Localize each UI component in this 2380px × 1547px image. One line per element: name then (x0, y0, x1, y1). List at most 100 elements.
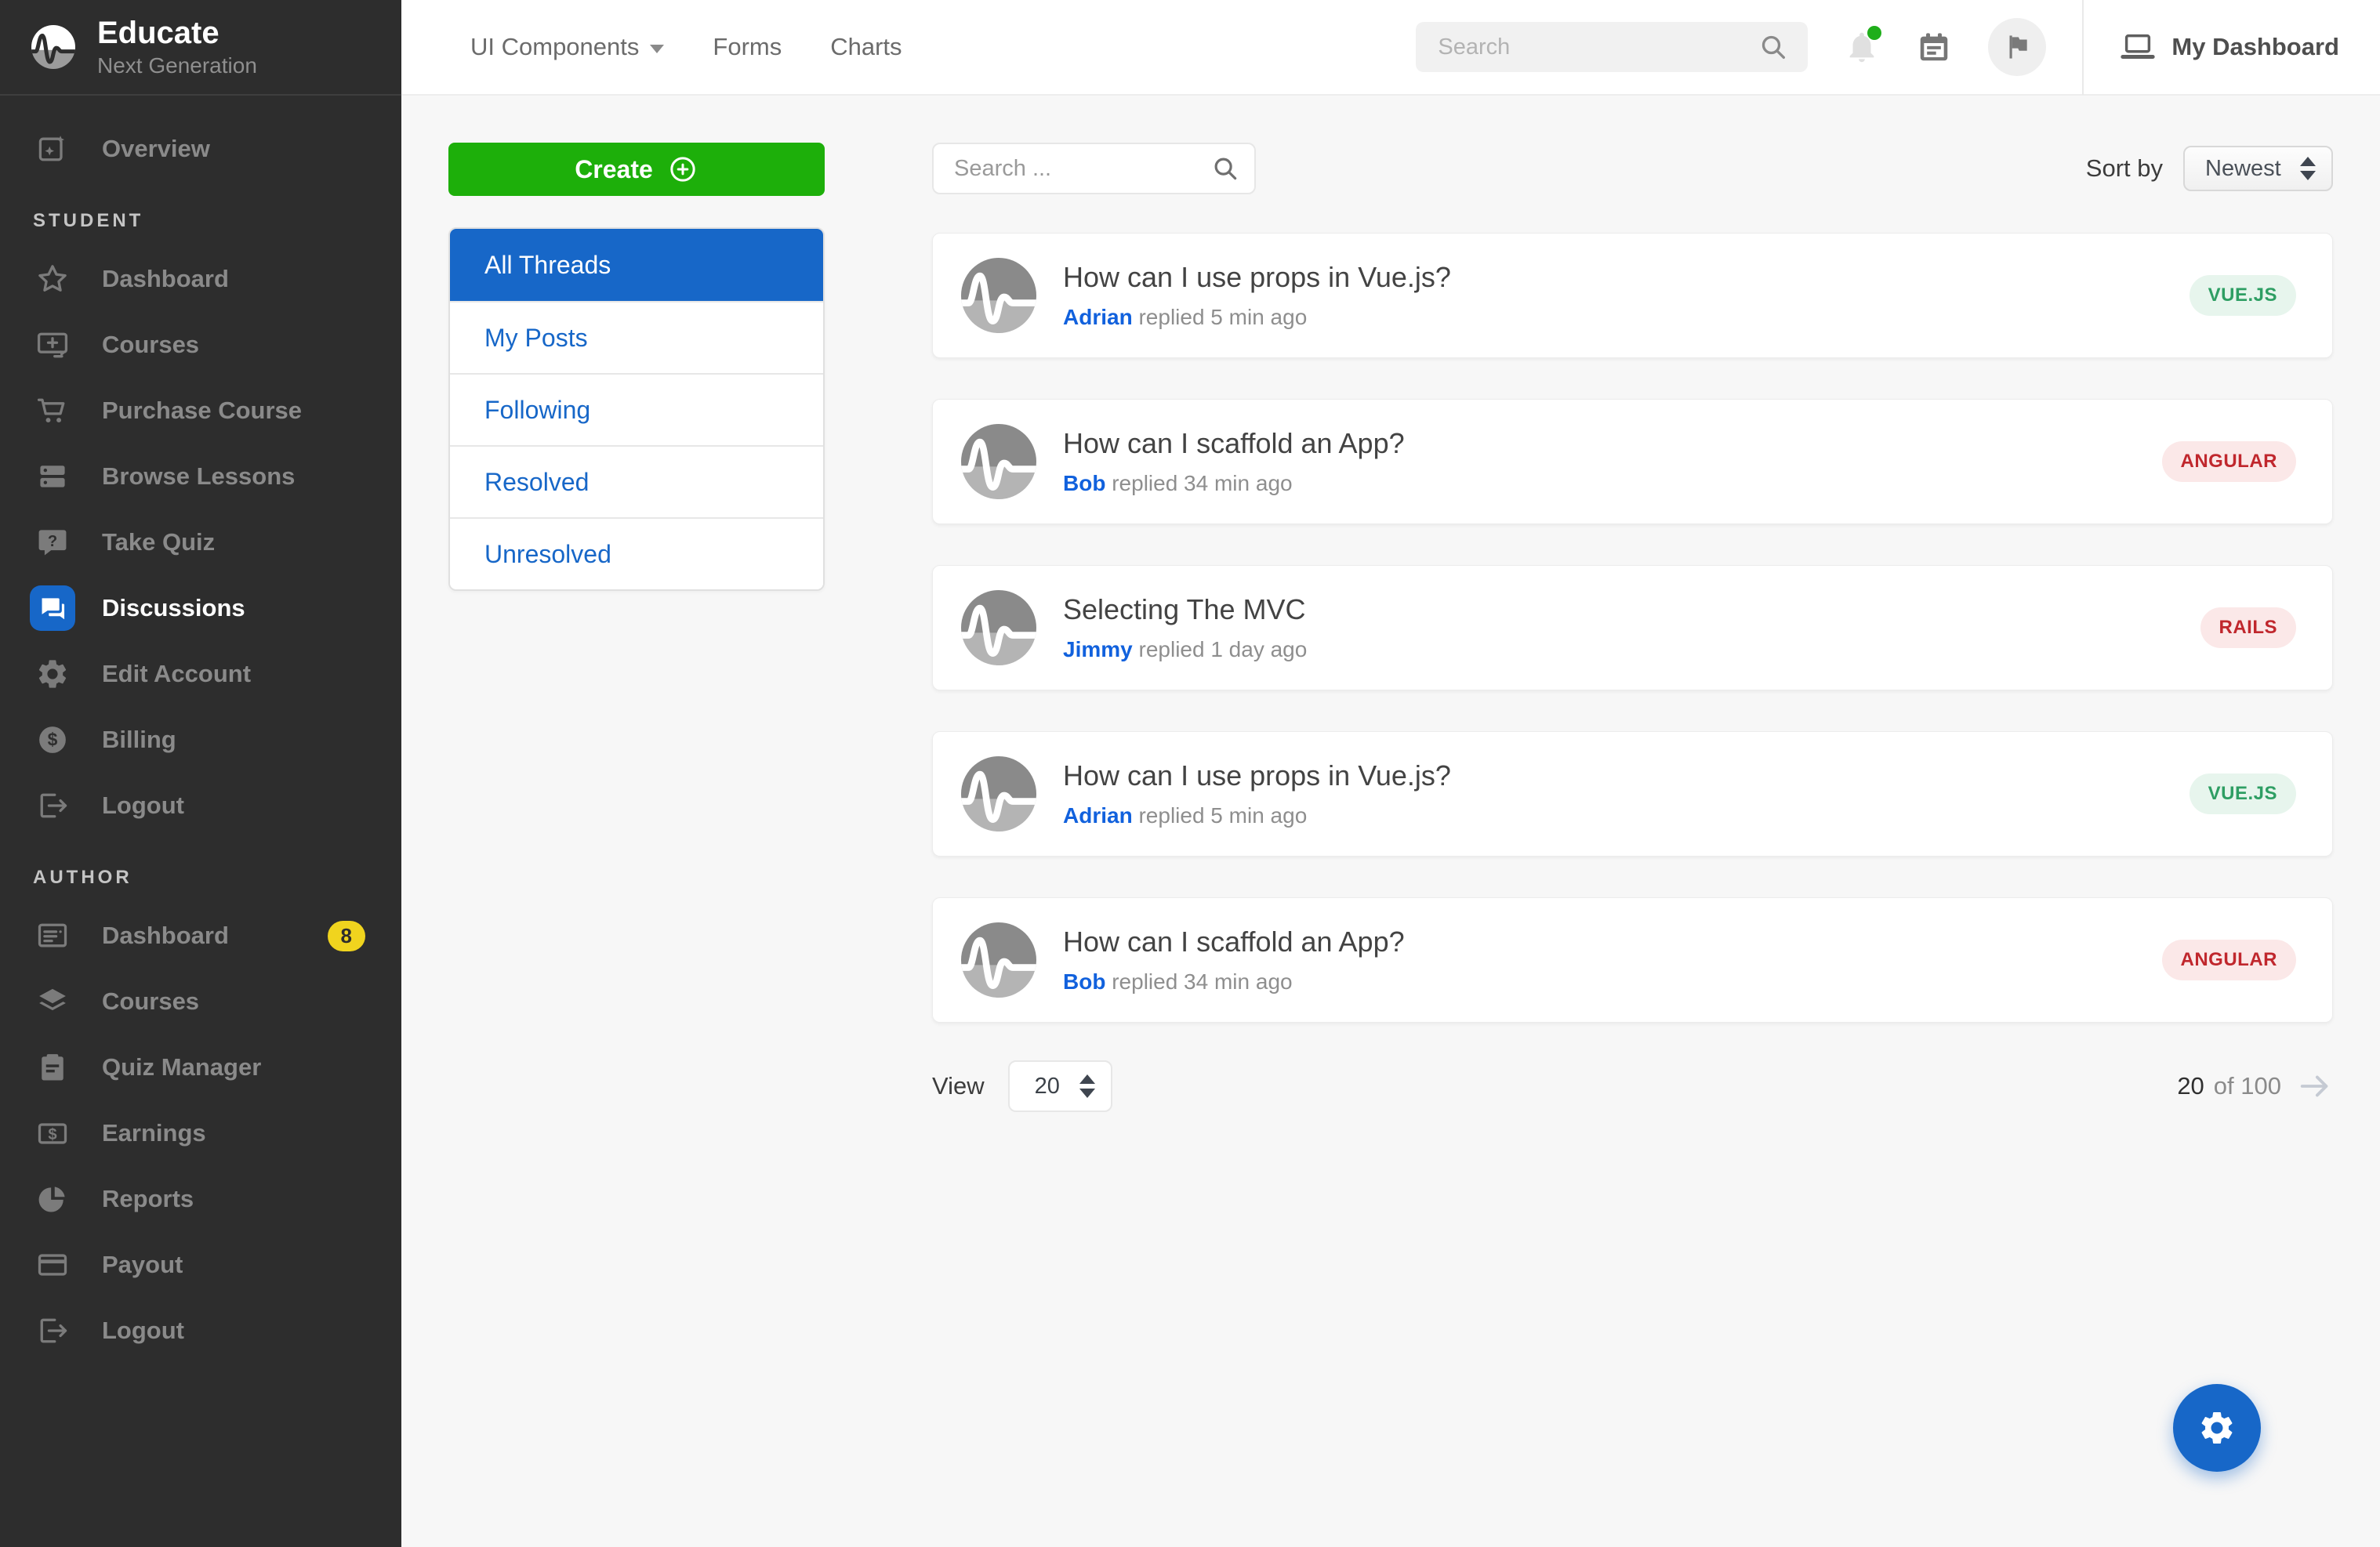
brand-logo-icon (31, 25, 75, 69)
sidebar-item-edit-account[interactable]: Edit Account (0, 641, 401, 707)
create-button[interactable]: Create (448, 143, 825, 196)
topbar-divider (2082, 0, 2084, 95)
chevron-down-icon (650, 44, 665, 53)
thread-author-link[interactable]: Jimmy (1063, 637, 1133, 661)
sidebar-item-label: Edit Account (102, 660, 252, 687)
clipboard-icon (30, 1045, 75, 1090)
sidebar-item-label: Discussions (102, 594, 245, 621)
sidebar-item-courses[interactable]: Courses (0, 969, 401, 1034)
thread-tag-badge: ANGULAR (2161, 441, 2296, 482)
thread-title[interactable]: How can I use props in Vue.js? (1063, 261, 1451, 294)
thread-author-link[interactable]: Bob (1063, 969, 1105, 994)
search-icon[interactable] (1758, 31, 1789, 63)
topnav-link-ui-components[interactable]: UI Components (470, 33, 665, 61)
laptop-icon (2121, 34, 2156, 59)
view-label: View (932, 1072, 985, 1100)
threads-search-input[interactable] (932, 143, 1256, 194)
avatar (961, 424, 1036, 499)
sort-select[interactable]: Newest (2183, 146, 2333, 191)
reports-icon (30, 1176, 75, 1222)
sidebar-item-dashboard[interactable]: Dashboard 8 (0, 903, 401, 969)
filter-unresolved[interactable]: Unresolved (450, 517, 823, 589)
plus-circle-icon (670, 157, 695, 182)
logout-icon (30, 783, 75, 828)
my-dashboard-link[interactable]: My Dashboard (2120, 29, 2339, 65)
thread-card[interactable]: Selecting The MVC Jimmy replied 1 day ag… (932, 565, 2333, 690)
sidebar-item-label: Courses (102, 987, 200, 1015)
create-button-label: Create (575, 154, 653, 183)
topbar-nav: UI Components Forms Charts (470, 33, 902, 61)
svg-text:?: ? (48, 533, 57, 550)
quiz-icon: ? (30, 520, 75, 565)
thread-meta: Bob replied 34 min ago (1063, 471, 1405, 496)
sidebar-item-logout[interactable]: Logout (0, 1298, 401, 1364)
topnav-link-label: UI Components (470, 33, 640, 60)
thread-list: How can I use props in Vue.js? Adrian re… (932, 233, 2333, 1023)
pagination: 20 of 100 (2177, 1068, 2333, 1104)
thread-author-link[interactable]: Bob (1063, 471, 1105, 495)
thread-filter-list: All Threads My Posts Following Resolved Unre… (448, 227, 825, 591)
thread-meta: Adrian replied 5 min ago (1063, 803, 1451, 828)
sidebar-item-purchase-course[interactable]: Purchase Course (0, 378, 401, 444)
thread-author-link[interactable]: Adrian (1063, 803, 1133, 828)
filter-all-threads[interactable]: All Threads (450, 229, 823, 301)
sidebar-item-label: Logout (102, 792, 185, 819)
topnav-link-forms[interactable]: Forms (713, 33, 782, 61)
filter-my-posts[interactable]: My Posts (450, 301, 823, 373)
sidebar-nav: Overview STUDENT Dashboard Courses Purch… (0, 96, 401, 1364)
sidebar-item-label: Purchase Course (102, 397, 302, 424)
thread-tag-badge: VUE.JS (2189, 275, 2296, 316)
lessons-icon (30, 454, 75, 499)
sidebar-item-take-quiz[interactable]: ? Take Quiz (0, 509, 401, 575)
view-count-select[interactable]: 20 (1007, 1060, 1112, 1112)
arrow-right-icon[interactable] (2297, 1068, 2333, 1104)
sidebar-item-logout[interactable]: Logout (0, 773, 401, 839)
filter-resolved[interactable]: Resolved (450, 445, 823, 517)
thread-replied-text: replied 1 day ago (1138, 637, 1308, 661)
svg-text:$: $ (48, 730, 58, 750)
thread-title[interactable]: How can I scaffold an App? (1063, 427, 1405, 460)
sort-by-label: Sort by (2085, 154, 2163, 182)
sidebar-item-label: Overview (102, 135, 210, 162)
thread-tag-badge: RAILS (2200, 607, 2296, 648)
thread-card[interactable]: How can I scaffold an App? Bob replied 3… (932, 897, 2333, 1023)
calendar-button[interactable] (1916, 29, 1952, 65)
flag-button[interactable] (1988, 18, 2047, 76)
topbar-search-input[interactable] (1438, 34, 1758, 60)
avatar (961, 756, 1036, 831)
main-content: Create All Threads My Posts Following Resol… (401, 97, 2380, 1547)
sidebar-item-courses[interactable]: Courses (0, 312, 401, 378)
sidebar-item-reports[interactable]: Reports (0, 1166, 401, 1232)
view-cluster: View 20 (932, 1060, 1112, 1112)
settings-fab-button[interactable] (2173, 1384, 2261, 1472)
thread-card[interactable]: How can I use props in Vue.js? Adrian re… (932, 233, 2333, 358)
thread-card[interactable]: How can I use props in Vue.js? Adrian re… (932, 731, 2333, 857)
search-icon[interactable] (1210, 154, 1240, 183)
threads-column: Sort by Newest How can I use props in V (932, 143, 2333, 1547)
sidebar-item-label: Reports (102, 1185, 194, 1212)
sidebar-item-label: Quiz Manager (102, 1053, 262, 1081)
avatar (961, 590, 1036, 665)
sidebar-item-earnings[interactable]: $ Earnings (0, 1100, 401, 1166)
layers-icon (30, 979, 75, 1024)
sidebar-item-discussions[interactable]: Discussions (0, 575, 401, 641)
sidebar-item-label: Courses (102, 331, 200, 358)
sidebar-item-billing[interactable]: $ Billing (0, 707, 401, 773)
topnav-link-charts[interactable]: Charts (830, 33, 902, 61)
topbar-right: My Dashboard (1416, 0, 2380, 95)
brand-header[interactable]: Educate Next Generation (0, 0, 401, 96)
thread-card[interactable]: How can I scaffold an App? Bob replied 3… (932, 399, 2333, 524)
sidebar-item-quiz-manager[interactable]: Quiz Manager (0, 1034, 401, 1100)
notifications-button[interactable] (1844, 26, 1882, 65)
logout-icon (30, 1308, 75, 1353)
thread-title[interactable]: Selecting The MVC (1063, 593, 1307, 626)
sidebar: Educate Next Generation Overview STUDENT… (0, 0, 401, 1547)
sidebar-item-payout[interactable]: Payout (0, 1232, 401, 1298)
filter-following[interactable]: Following (450, 373, 823, 445)
sidebar-item-dashboard[interactable]: Dashboard (0, 246, 401, 312)
thread-title[interactable]: How can I use props in Vue.js? (1063, 759, 1451, 792)
sidebar-item-overview[interactable]: Overview (0, 116, 401, 182)
sidebar-item-browse-lessons[interactable]: Browse Lessons (0, 444, 401, 509)
thread-author-link[interactable]: Adrian (1063, 305, 1133, 329)
thread-title[interactable]: How can I scaffold an App? (1063, 926, 1405, 958)
